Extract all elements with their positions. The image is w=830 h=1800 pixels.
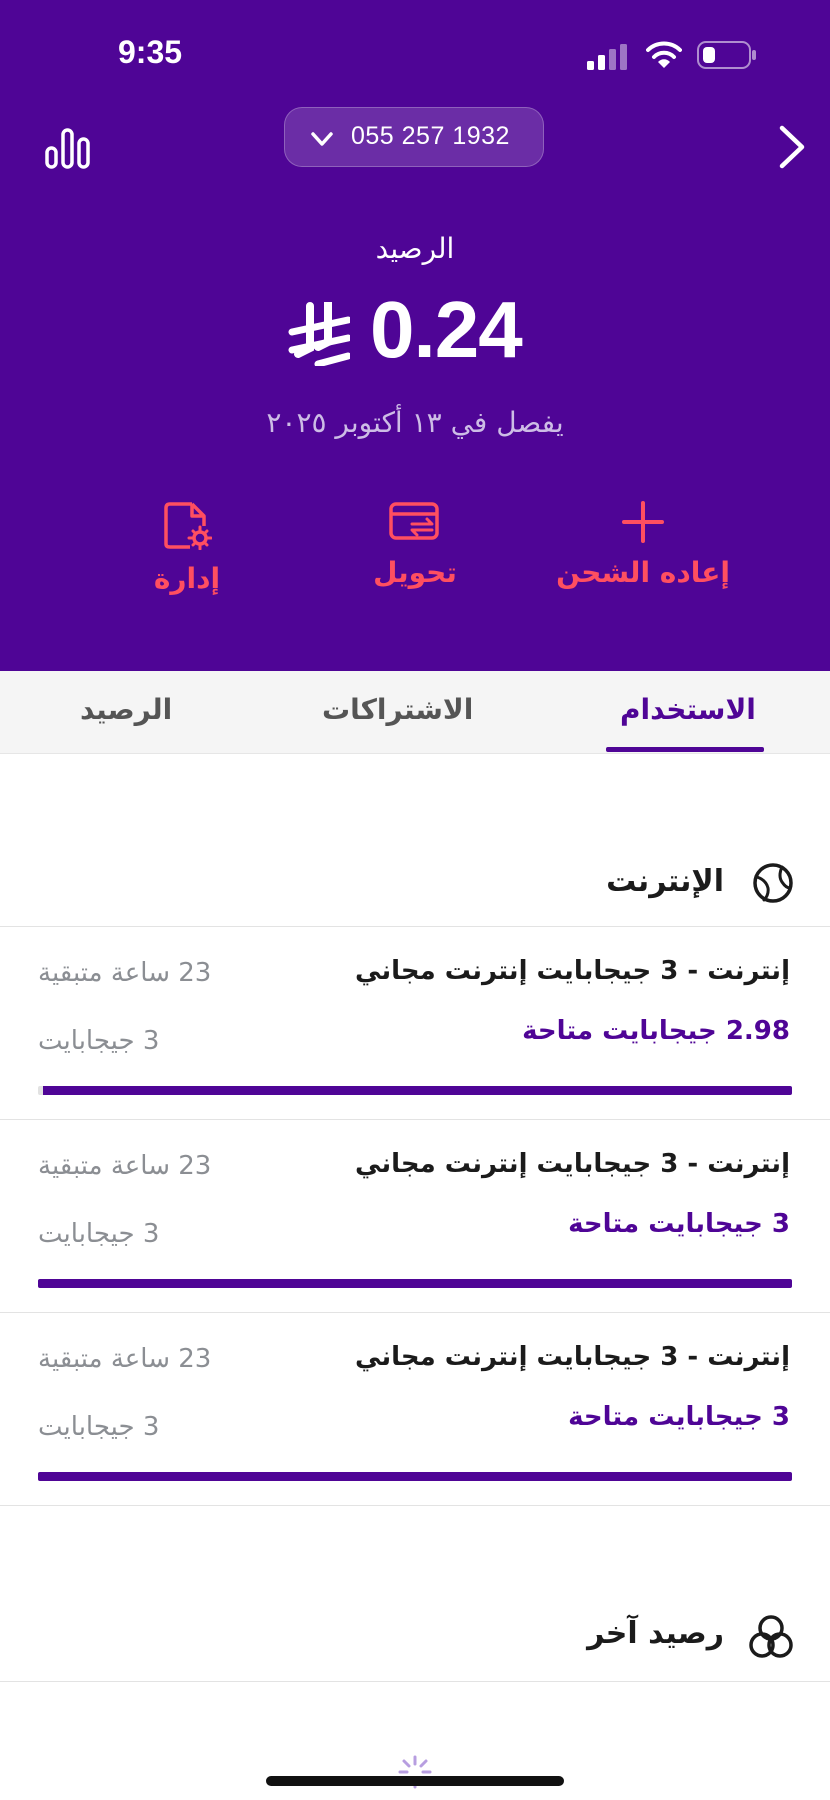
usage-stats-icon[interactable] bbox=[44, 126, 92, 170]
usage-progress-fill bbox=[38, 1279, 792, 1288]
other-balance-section-header[interactable]: رصيد آخر bbox=[0, 1604, 830, 1674]
total-data: 3 جيجابايت bbox=[38, 1219, 160, 1249]
balance-amount: 0.24 bbox=[370, 285, 523, 374]
usage-progress-fill bbox=[38, 1472, 792, 1481]
status-time: 9:35 bbox=[118, 34, 183, 70]
total-data: 3 جيجابايت bbox=[38, 1026, 160, 1056]
home-indicator[interactable] bbox=[266, 1776, 564, 1786]
usage-item[interactable]: إنترنت - 3 جيجابايت إنترنت مجاني 3 جيجاب… bbox=[0, 1119, 830, 1312]
available-data: 3 جيجابايت متاحة bbox=[568, 1402, 790, 1432]
package-name: إنترنت - 3 جيجابايت إنترنت مجاني bbox=[355, 1342, 790, 1372]
active-tab-indicator bbox=[606, 747, 764, 752]
time-remaining: 23 ساعة متبقية bbox=[38, 1344, 212, 1374]
globe-icon bbox=[753, 863, 793, 903]
manage-button[interactable]: إدارة bbox=[77, 500, 297, 595]
card-transfer-icon bbox=[389, 502, 439, 540]
internet-section-title: الإنترنت bbox=[606, 864, 724, 899]
total-data: 3 جيجابايت bbox=[38, 1412, 160, 1442]
recharge-label: إعاده الشحن bbox=[556, 556, 730, 589]
expiry-date: يفصل في ١٣ أكتوبر ٢٠٢٥ bbox=[266, 406, 564, 439]
phone-number: 055 257 1932 bbox=[351, 122, 510, 150]
plus-icon bbox=[622, 501, 664, 543]
chevron-right-icon[interactable] bbox=[776, 124, 808, 170]
tab-bar: الاستخدام الاشتراكات الرصيد bbox=[0, 671, 830, 754]
usage-item[interactable]: إنترنت - 3 جيجابايت إنترنت مجاني 2.98 جي… bbox=[0, 926, 830, 1119]
package-name: إنترنت - 3 جيجابايت إنترنت مجاني bbox=[355, 956, 790, 986]
transfer-button[interactable]: تحويل bbox=[305, 500, 525, 589]
circles-icon bbox=[749, 1615, 793, 1658]
tab-usage[interactable]: الاستخدام bbox=[620, 693, 756, 726]
battery-icon bbox=[697, 41, 756, 69]
tab-balance[interactable]: الرصيد bbox=[80, 693, 172, 726]
chevron-down-icon bbox=[311, 132, 333, 146]
usage-progress-bar bbox=[38, 1472, 792, 1481]
signal-icon bbox=[587, 44, 627, 70]
divider bbox=[0, 1505, 830, 1506]
tab-subscriptions[interactable]: الاشتراكات bbox=[322, 693, 473, 726]
usage-item[interactable]: إنترنت - 3 جيجابايت إنترنت مجاني 3 جيجاب… bbox=[0, 1312, 830, 1505]
file-settings-icon bbox=[164, 502, 212, 550]
internet-section-header: الإنترنت bbox=[0, 852, 830, 922]
usage-progress-bar bbox=[38, 1086, 792, 1095]
usage-progress-fill bbox=[43, 1086, 792, 1095]
time-remaining: 23 ساعة متبقية bbox=[38, 958, 212, 988]
balance-label: الرصيد bbox=[375, 232, 455, 265]
available-data: 2.98 جيجابايت متاحة bbox=[522, 1016, 790, 1046]
transfer-label: تحويل bbox=[373, 556, 457, 589]
package-name: إنترنت - 3 جيجابايت إنترنت مجاني bbox=[355, 1149, 790, 1179]
time-remaining: 23 ساعة متبقية bbox=[38, 1151, 212, 1181]
other-balance-title: رصيد آخر bbox=[587, 1616, 724, 1651]
balance-header: 9:35 055 257 1932 الرصيد 0.24 يفصل في ١٣… bbox=[0, 0, 830, 671]
recharge-button[interactable]: إعاده الشحن bbox=[533, 500, 753, 589]
divider bbox=[0, 1681, 830, 1682]
wifi-icon bbox=[646, 41, 682, 68]
available-data: 3 جيجابايت متاحة bbox=[568, 1209, 790, 1239]
phone-number-selector[interactable]: 055 257 1932 bbox=[284, 107, 544, 167]
riyal-currency-icon bbox=[288, 302, 350, 366]
usage-progress-bar bbox=[38, 1279, 792, 1288]
manage-label: إدارة bbox=[153, 562, 221, 595]
